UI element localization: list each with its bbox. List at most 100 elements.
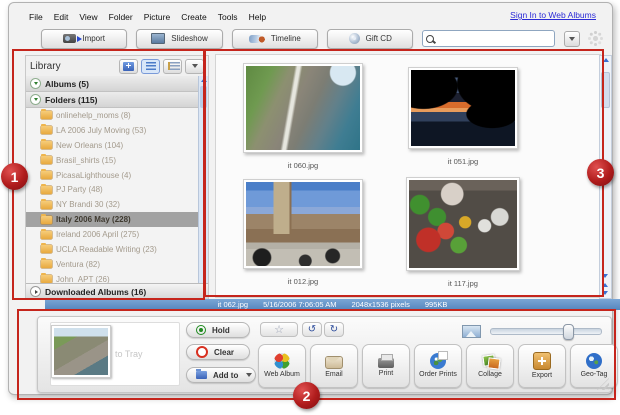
view-options-button[interactable] [185, 58, 204, 74]
annotation-badge-2: 2 [293, 382, 320, 409]
folder-row[interactable]: LA 2006 July Moving (53) [26, 123, 199, 138]
scroll-down-icon[interactable] [601, 274, 608, 278]
timeline-icon [248, 34, 265, 43]
scroll-up-icon[interactable] [200, 78, 207, 82]
sync-spinner-icon [593, 36, 598, 41]
folder-label: LA 2006 July Moving (53) [56, 125, 147, 135]
search-box[interactable] [422, 30, 556, 47]
geo-tag-earth-icon [586, 353, 602, 370]
hold-button[interactable]: Hold [186, 322, 250, 338]
hold-label: Hold [212, 325, 230, 335]
email-button[interactable]: Email [310, 344, 358, 388]
email-label: Email [325, 371, 343, 379]
menu-file[interactable]: File [29, 12, 43, 22]
gift-cd-button[interactable]: Gift CD [327, 28, 414, 49]
app-window: File Edit View Folder Picture Create Too… [8, 2, 620, 395]
export-icon [533, 352, 551, 371]
scrollbar-thumb[interactable] [601, 72, 610, 108]
slideshow-button[interactable]: Slideshow [136, 28, 223, 49]
photo-grid: it 060.jpg it 051.jpg it 012.jpg it 117.… [215, 54, 612, 299]
photo-caption: it 012.jpg [287, 277, 319, 286]
photo-caption: it 117.jpg [448, 279, 478, 288]
tray-thumbnail[interactable] [51, 325, 111, 378]
collage-button[interactable]: Collage [466, 344, 514, 388]
list-view-icon [145, 62, 156, 70]
folder-row[interactable]: PicasaLighthouse (4) [26, 168, 199, 183]
order-prints-icon [430, 351, 448, 370]
rotate-cw-button[interactable]: ↻ [324, 322, 344, 337]
scrollbar-thumb[interactable] [200, 86, 207, 108]
timeline-label: Timeline [270, 34, 301, 43]
timeline-button[interactable]: Timeline [231, 28, 319, 49]
folder-icon [41, 154, 52, 165]
clear-button[interactable]: Clear [186, 344, 250, 360]
menu-edit[interactable]: Edit [54, 12, 69, 22]
folder-label: Brasil_shirts (15) [56, 155, 117, 165]
folder-label: New Orleans (104) [56, 140, 124, 150]
library-header: Library [26, 56, 208, 76]
export-button[interactable]: Export [518, 344, 566, 388]
tree-view-button[interactable] [163, 58, 182, 74]
market-photo [409, 180, 517, 268]
downloaded-albums-label: Downloaded Albums (16) [45, 286, 147, 297]
star-icon: ☆ [274, 324, 284, 336]
search-input[interactable] [437, 33, 552, 44]
print-button[interactable]: Print [362, 344, 410, 388]
albums-group-row[interactable]: Albums (5) [26, 76, 199, 92]
chevron-down-icon [569, 36, 576, 41]
folder-row[interactable]: Brasil_shirts (15) [26, 153, 199, 168]
folder-icon [41, 243, 52, 254]
menu-create[interactable]: Create [181, 12, 207, 22]
folder-icon [41, 213, 52, 224]
sign-in-web-albums-link[interactable]: Sign In to Web Albums [510, 10, 596, 20]
folder-row[interactable]: onlinehelp_moms (8) [26, 108, 199, 123]
web-album-button[interactable]: Web Album [258, 344, 306, 388]
folder-row[interactable]: PJ Party (48) [26, 182, 199, 197]
collage-label: Collage [478, 371, 502, 379]
thumbnail-zoom-slider[interactable] [490, 324, 602, 340]
chevron-down-icon [191, 64, 198, 68]
order-prints-button[interactable]: Order Prints [414, 344, 462, 388]
web-album-globe-icon [274, 353, 290, 370]
folder-icon [41, 183, 52, 194]
expand-arrow-icon[interactable] [30, 286, 41, 297]
folders-group-row[interactable]: Folders (115) [26, 92, 199, 108]
town-square-photo [246, 182, 360, 266]
folder-row[interactable]: Ireland 2006 April (275) [26, 227, 199, 242]
photo-tray[interactable]: to Tray [50, 322, 180, 386]
photo-cell: it 012.jpg [228, 179, 378, 286]
downloaded-albums-row[interactable]: Downloaded Albums (16) [26, 283, 208, 299]
folder-row[interactable]: Ventura (82) [26, 257, 199, 272]
photo-thumbnail[interactable] [406, 177, 520, 271]
star-button[interactable]: ☆ [260, 322, 298, 337]
folder-label: PJ Party (48) [56, 185, 103, 195]
geo-tag-button[interactable]: Geo-Tag [570, 344, 618, 388]
menu-view[interactable]: View [79, 12, 97, 22]
status-bar: it 062.jpg 5/16/2006 7:06:05 AM 2048x153… [45, 299, 620, 310]
menu-folder[interactable]: Folder [109, 12, 133, 22]
folder-row[interactable]: New Orleans (104) [26, 138, 199, 153]
collapse-arrow-icon[interactable] [30, 94, 41, 105]
photo-thumbnail[interactable] [243, 179, 363, 269]
import-button[interactable]: Import [41, 28, 128, 49]
sidebar-scrollbar[interactable] [198, 76, 208, 284]
scroll-up-icon[interactable] [601, 283, 608, 287]
add-album-button[interactable] [119, 58, 138, 74]
folder-row[interactable]: NY Brandi 30 (32) [26, 197, 199, 212]
folder-row[interactable]: UCLA Readable Writing (23) [26, 242, 199, 257]
photo-thumbnail[interactable] [408, 67, 518, 149]
menu-help[interactable]: Help [249, 12, 266, 22]
scroll-up-icon[interactable] [602, 58, 609, 62]
collapse-arrow-icon[interactable] [30, 78, 41, 89]
search-options-button[interactable] [564, 30, 581, 47]
slider-handle[interactable] [562, 324, 574, 340]
flat-view-button[interactable] [141, 58, 160, 74]
add-to-button[interactable]: Add to [186, 367, 256, 383]
menu-picture[interactable]: Picture [144, 12, 170, 22]
rotate-ccw-button[interactable]: ↺ [302, 322, 322, 337]
scroll-down-icon[interactable] [601, 291, 608, 295]
folder-row-selected[interactable]: Italy 2006 May (228) [26, 212, 199, 228]
menu-tools[interactable]: Tools [218, 12, 238, 22]
photo-thumbnail[interactable] [243, 63, 363, 153]
gift-cd-label: Gift CD [365, 34, 392, 43]
